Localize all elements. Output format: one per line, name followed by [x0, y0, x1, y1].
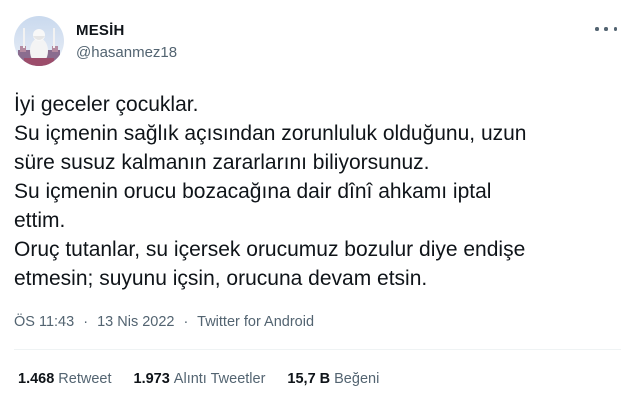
likes-label: Beğeni — [334, 371, 380, 387]
quote-tweets-stat[interactable]: 1.973 Alıntı Tweetler — [134, 371, 266, 387]
dot — [595, 27, 599, 31]
more-options-icon[interactable] — [595, 22, 617, 36]
dot — [604, 27, 608, 31]
tweet-source[interactable]: Twitter for Android — [197, 314, 314, 330]
divider — [14, 349, 621, 350]
tweet-date[interactable]: 13 Nis 2022 — [97, 314, 174, 330]
quotes-count: 1.973 — [133, 371, 170, 387]
avatar-image — [14, 16, 64, 66]
meta-separator: · — [183, 314, 189, 330]
tweet-card: MESİH @hasanmez18 İyi geceler çocuklar. … — [0, 0, 635, 400]
tweet-text: İyi geceler çocuklar. Su içmenin sağlık … — [14, 90, 624, 293]
tweet-line: İyi geceler çocuklar. — [14, 93, 199, 116]
tweet-line: Oruç tutanlar, su içersek orucumuz bozul… — [14, 238, 526, 261]
tweet-line: etmesin; suyunu içsin, orucuna devam ets… — [14, 267, 428, 290]
engagement-stats: 1.468 Retweet 1.973 Alıntı Tweetler 15,7 B… — [18, 371, 379, 387]
tweet-line: ettim. — [14, 209, 66, 232]
dot — [613, 27, 617, 31]
tweet-time[interactable]: ÖS 11:43 — [14, 314, 74, 330]
avatar[interactable] — [14, 16, 64, 66]
tweet-line: Su içmenin sağlık açısından zorunluluk o… — [14, 122, 527, 145]
user-handle[interactable]: @hasanmez18 — [76, 44, 177, 61]
retweets-label: Retweet — [58, 371, 112, 387]
display-name[interactable]: MESİH — [76, 22, 125, 39]
tweet-meta: ÖS 11:43 · 13 Nis 2022 · Twitter for And… — [14, 314, 314, 330]
quotes-label: Alıntı Tweetler — [173, 371, 266, 387]
retweets-stat[interactable]: 1.468 Retweet — [18, 371, 112, 387]
tweet-line: Su içmenin orucu bozacağına dair dînî ah… — [14, 180, 492, 203]
tweet-line: süre susuz kalmanın zararlarını biliyors… — [14, 151, 430, 174]
retweets-count: 1.468 — [18, 371, 55, 387]
likes-count: 15,7 B — [287, 371, 331, 387]
likes-stat[interactable]: 15,7 B Beğeni — [287, 371, 379, 387]
meta-separator: · — [83, 314, 89, 330]
